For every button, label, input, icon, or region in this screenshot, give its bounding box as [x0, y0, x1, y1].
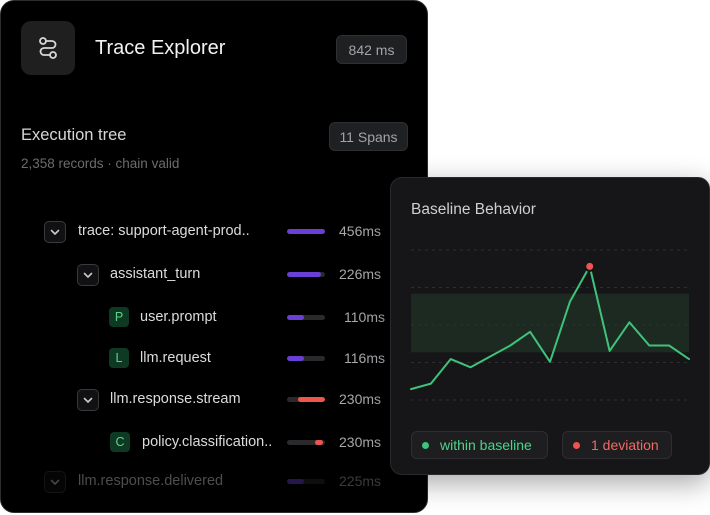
span-type-badge: C: [110, 432, 130, 452]
span-duration-bar: [287, 397, 325, 402]
deviation-point: [586, 262, 594, 270]
tree-row[interactable]: llm.response.delivered 225ms: [1, 471, 427, 497]
span-duration: 110ms: [344, 309, 385, 325]
trace-explorer-panel: Trace Explorer 842 ms Execution tree 11 …: [0, 0, 428, 513]
legend-deviation-label: 1 deviation: [591, 437, 659, 453]
chevron-down-icon[interactable]: [44, 221, 66, 243]
span-duration-bar: [287, 440, 325, 445]
span-type-badge: L: [109, 348, 129, 368]
legend-deviation[interactable]: 1 deviation: [562, 431, 672, 459]
span-duration: 226ms: [339, 266, 382, 282]
span-label: llm.response.stream: [110, 391, 241, 407]
legend-within-label: within baseline: [440, 437, 532, 453]
span-label: trace: support-agent-prod..: [78, 223, 250, 239]
legend-within-baseline[interactable]: within baseline: [411, 431, 548, 459]
chevron-down-icon[interactable]: [44, 471, 66, 493]
span-duration: 116ms: [344, 350, 385, 366]
span-duration-bar: [287, 356, 325, 361]
span-duration-bar: [287, 272, 325, 277]
tree-row[interactable]: assistant_turn 226ms: [1, 264, 427, 290]
span-duration: 225ms: [339, 473, 382, 489]
span-label: policy.classification..: [142, 434, 273, 450]
legend-red-dot-icon: [573, 441, 580, 449]
baseline-chart: [410, 249, 690, 401]
tree-row[interactable]: C policy.classification.. 230ms: [1, 432, 427, 458]
span-duration: 230ms: [339, 391, 382, 407]
execution-tree: trace: support-agent-prod.. 456ms assist…: [1, 1, 427, 512]
tree-row[interactable]: L llm.request 116ms: [1, 348, 427, 374]
span-label: llm.response.delivered: [78, 473, 224, 489]
tree-row[interactable]: trace: support-agent-prod.. 456ms: [1, 221, 427, 247]
span-label: llm.request: [140, 350, 211, 366]
span-duration-bar: [287, 315, 325, 320]
span-duration: 456ms: [339, 223, 382, 239]
chevron-down-icon[interactable]: [77, 389, 99, 411]
span-duration-bar: [287, 229, 325, 234]
baseline-behavior-panel: Baseline Behavior within baseline 1 devi…: [390, 177, 710, 475]
tree-row[interactable]: P user.prompt 110ms: [1, 307, 427, 333]
tree-row[interactable]: llm.response.stream 230ms: [1, 389, 427, 415]
span-label: assistant_turn: [110, 266, 201, 282]
span-duration-bar: [287, 479, 325, 484]
span-duration: 230ms: [339, 434, 382, 450]
legend-green-dot-icon: [422, 441, 429, 449]
span-label: user.prompt: [140, 309, 217, 325]
span-type-badge: P: [109, 307, 129, 327]
chevron-down-icon[interactable]: [77, 264, 99, 286]
